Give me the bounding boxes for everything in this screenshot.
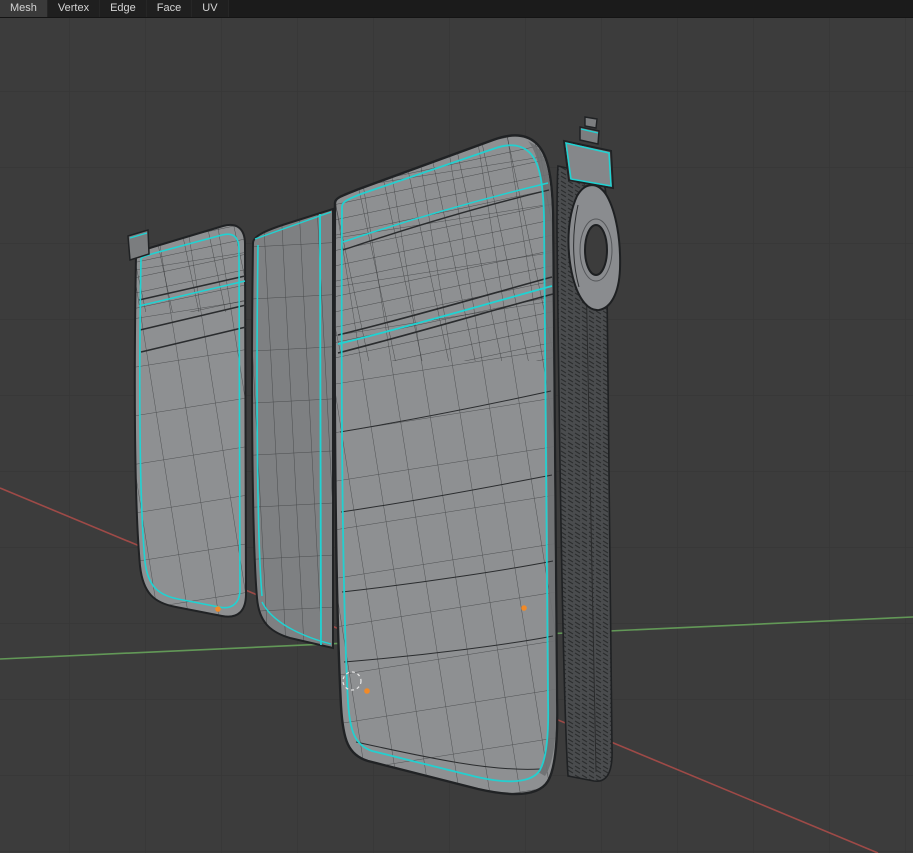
edit-mode-menubar: Mesh Vertex Edge Face UV [0,0,913,18]
front-panel-mesh[interactable] [334,126,562,794]
uv-seam-highlight [320,214,321,645]
menu-vertex[interactable]: Vertex [48,0,100,17]
object-origin-dot [364,688,370,694]
menu-mesh[interactable]: Mesh [0,0,48,17]
object-origin-dot [215,606,221,612]
pull-tab-hole [585,225,607,275]
back-panel-mesh[interactable] [128,222,249,617]
viewport-3d[interactable] [0,0,913,853]
slider-cap [585,117,597,128]
menu-face[interactable]: Face [147,0,192,17]
gusset-mesh[interactable] [252,209,333,648]
object-origin-dot [521,605,527,611]
strap-loop [128,230,149,260]
menu-edge[interactable]: Edge [100,0,147,17]
menu-uv[interactable]: UV [192,0,228,17]
blender-window: Mesh Vertex Edge Face UV [0,0,913,853]
